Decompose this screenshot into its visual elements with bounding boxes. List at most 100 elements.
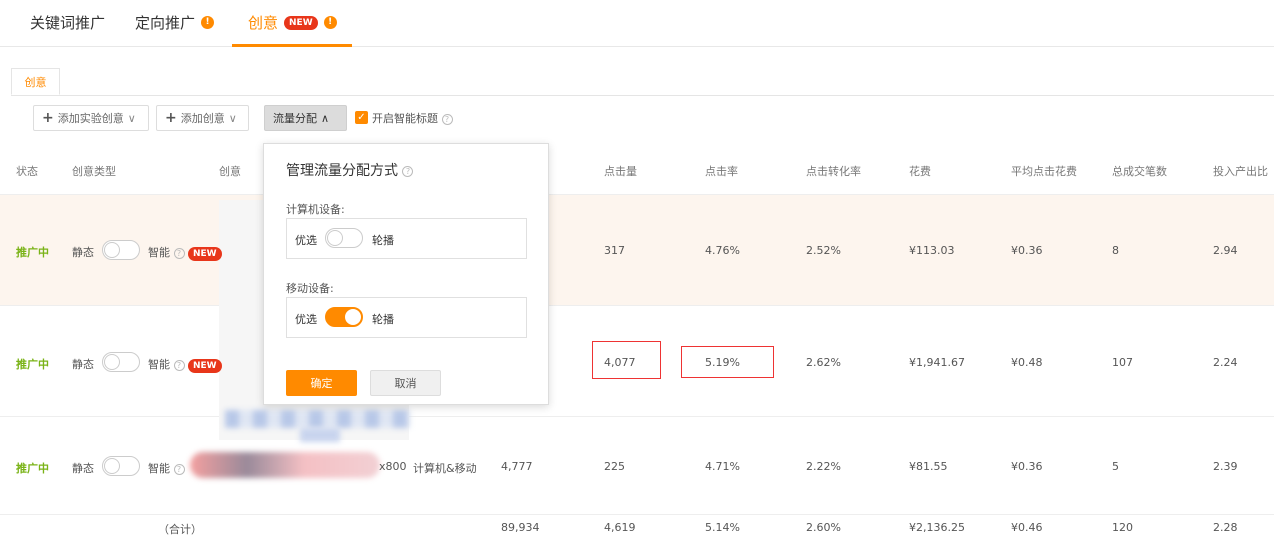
mobile-device-label: 移动设备: [286, 282, 334, 295]
prefer-label: 优选 [295, 313, 317, 326]
mobile-mode-toggle[interactable] [325, 307, 363, 327]
divider [0, 194, 1274, 195]
divider [0, 416, 1274, 417]
mobile-mode-box: 优选 轮播 [286, 297, 527, 338]
subtab-creative[interactable]: 创意 [11, 68, 60, 95]
type-toggle[interactable] [102, 456, 140, 476]
cvr-value: 2.52% [806, 244, 841, 257]
new-badge: NEW [284, 15, 318, 30]
type-toggle[interactable] [102, 240, 140, 260]
col-clicks[interactable]: 点击量 [604, 163, 637, 179]
subtab-divider [11, 95, 1274, 96]
blurred-creative [300, 428, 340, 442]
creative-size-tail: x800 [379, 460, 407, 473]
blurred-creative [190, 452, 380, 478]
static-label: 静态 [72, 358, 94, 371]
new-badge: NEW [188, 247, 222, 261]
smart-text: 智能 [148, 358, 170, 371]
cost-value: ¥113.03 [909, 244, 955, 257]
cpc-value: ¥0.48 [1011, 356, 1043, 369]
smart-label: 智能 ? NEW [148, 244, 222, 261]
col-orders[interactable]: 总成交笔数 [1112, 163, 1167, 179]
info-icon[interactable]: ! [323, 16, 337, 29]
button-label: 添加实验创意 [57, 112, 124, 125]
total-orders: 120 [1112, 521, 1133, 534]
total-cvr: 2.60% [806, 521, 841, 534]
cvr-value: 2.22% [806, 460, 841, 473]
plus-icon: + [165, 110, 177, 126]
smart-text: 智能 [148, 462, 170, 475]
pc-mode-toggle[interactable] [325, 228, 363, 248]
divider [0, 514, 1274, 515]
col-roi[interactable]: 投入产出比 [1213, 163, 1268, 179]
blurred-creative [225, 410, 410, 428]
total-clicks: 4,619 [604, 521, 636, 534]
roi-value: 2.94 [1213, 244, 1238, 257]
help-icon[interactable]: ? [402, 165, 414, 177]
static-label: 静态 [72, 246, 94, 259]
new-badge: NEW [188, 359, 222, 373]
help-icon[interactable]: ? [173, 463, 185, 475]
tab-label: 关键词推广 [30, 14, 106, 32]
traffic-allocation-button[interactable]: 流量分配 ∧ [264, 105, 347, 131]
popover-title-text: 管理流量分配方式 [286, 163, 398, 179]
smart-title-checkbox[interactable]: ✓ [355, 111, 368, 124]
tab-creative[interactable]: 创意 NEW ! [248, 12, 337, 33]
cpc-value: ¥0.36 [1011, 244, 1043, 257]
tab-label: 创意 [248, 14, 279, 32]
cancel-button[interactable]: 取消 [370, 370, 441, 396]
divider [0, 305, 1274, 306]
active-tab-indicator [232, 44, 352, 47]
chevron-down-icon: ∨ [228, 111, 237, 125]
pc-device-label: 计算机设备: [286, 203, 345, 216]
roi-value: 2.24 [1213, 356, 1238, 369]
button-label: 添加创意 [180, 112, 225, 125]
help-icon[interactable]: ? [441, 113, 453, 125]
clicks-value: 317 [604, 244, 625, 257]
col-creative: 创意 [219, 165, 241, 178]
tab-keyword-promotion[interactable]: 关键词推广 [30, 12, 105, 33]
pc-mode-box: 优选 轮播 [286, 218, 527, 259]
roi-value: 2.39 [1213, 460, 1238, 473]
total-cpc: ¥0.46 [1011, 521, 1043, 534]
popover-title: 管理流量分配方式 ? [286, 160, 414, 180]
type-toggle[interactable] [102, 352, 140, 372]
col-cost[interactable]: 花费 [909, 163, 931, 179]
col-cpc[interactable]: 平均点击花费 [1011, 163, 1077, 179]
total-label: （合计） [158, 523, 202, 536]
chevron-down-icon: ∨ [127, 111, 136, 125]
col-cvr[interactable]: 点击转化率 [806, 163, 861, 179]
traffic-allocation-popover: 管理流量分配方式 ? 计算机设备: 优选 轮播 移动设备: 优选 轮播 确定 取… [263, 143, 549, 405]
status-badge: 推广中 [16, 462, 49, 475]
col-ctr[interactable]: 点击率 [705, 163, 738, 179]
tab-label: 定向推广 [135, 14, 196, 32]
orders-value: 5 [1112, 460, 1119, 473]
col-status: 状态 [16, 165, 38, 178]
total-roi: 2.28 [1213, 521, 1238, 534]
status-badge: 推广中 [16, 358, 49, 371]
info-icon[interactable]: ! [201, 16, 215, 29]
confirm-button[interactable]: 确定 [286, 370, 357, 396]
add-creative-button[interactable]: + 添加创意 ∨ [156, 105, 249, 131]
rotate-label: 轮播 [372, 234, 394, 247]
clicks-value: 4,077 [604, 356, 636, 369]
impressions-value: 4,777 [501, 460, 533, 473]
chevron-up-icon: ∧ [321, 111, 330, 125]
status-badge: 推广中 [16, 246, 49, 259]
prefer-label: 优选 [295, 234, 317, 247]
ctr-value: 5.19% [705, 356, 740, 369]
button-label: 流量分配 [273, 112, 317, 125]
cpc-value: ¥0.36 [1011, 460, 1043, 473]
ctr-value: 4.71% [705, 460, 740, 473]
add-experiment-creative-button[interactable]: + 添加实验创意 ∨ [33, 105, 149, 131]
checkbox-text: 开启智能标题 [372, 112, 438, 125]
cost-value: ¥1,941.67 [909, 356, 965, 369]
help-icon[interactable]: ? [173, 247, 185, 259]
help-icon[interactable]: ? [173, 359, 185, 371]
cost-value: ¥81.55 [909, 460, 948, 473]
static-label: 静态 [72, 462, 94, 475]
total-ctr: 5.14% [705, 521, 740, 534]
top-tab-bar: 关键词推广 定向推广 ! 创意 NEW ! [0, 0, 1274, 47]
clicks-value: 225 [604, 460, 625, 473]
tab-targeted-promotion[interactable]: 定向推广 ! [135, 12, 215, 33]
